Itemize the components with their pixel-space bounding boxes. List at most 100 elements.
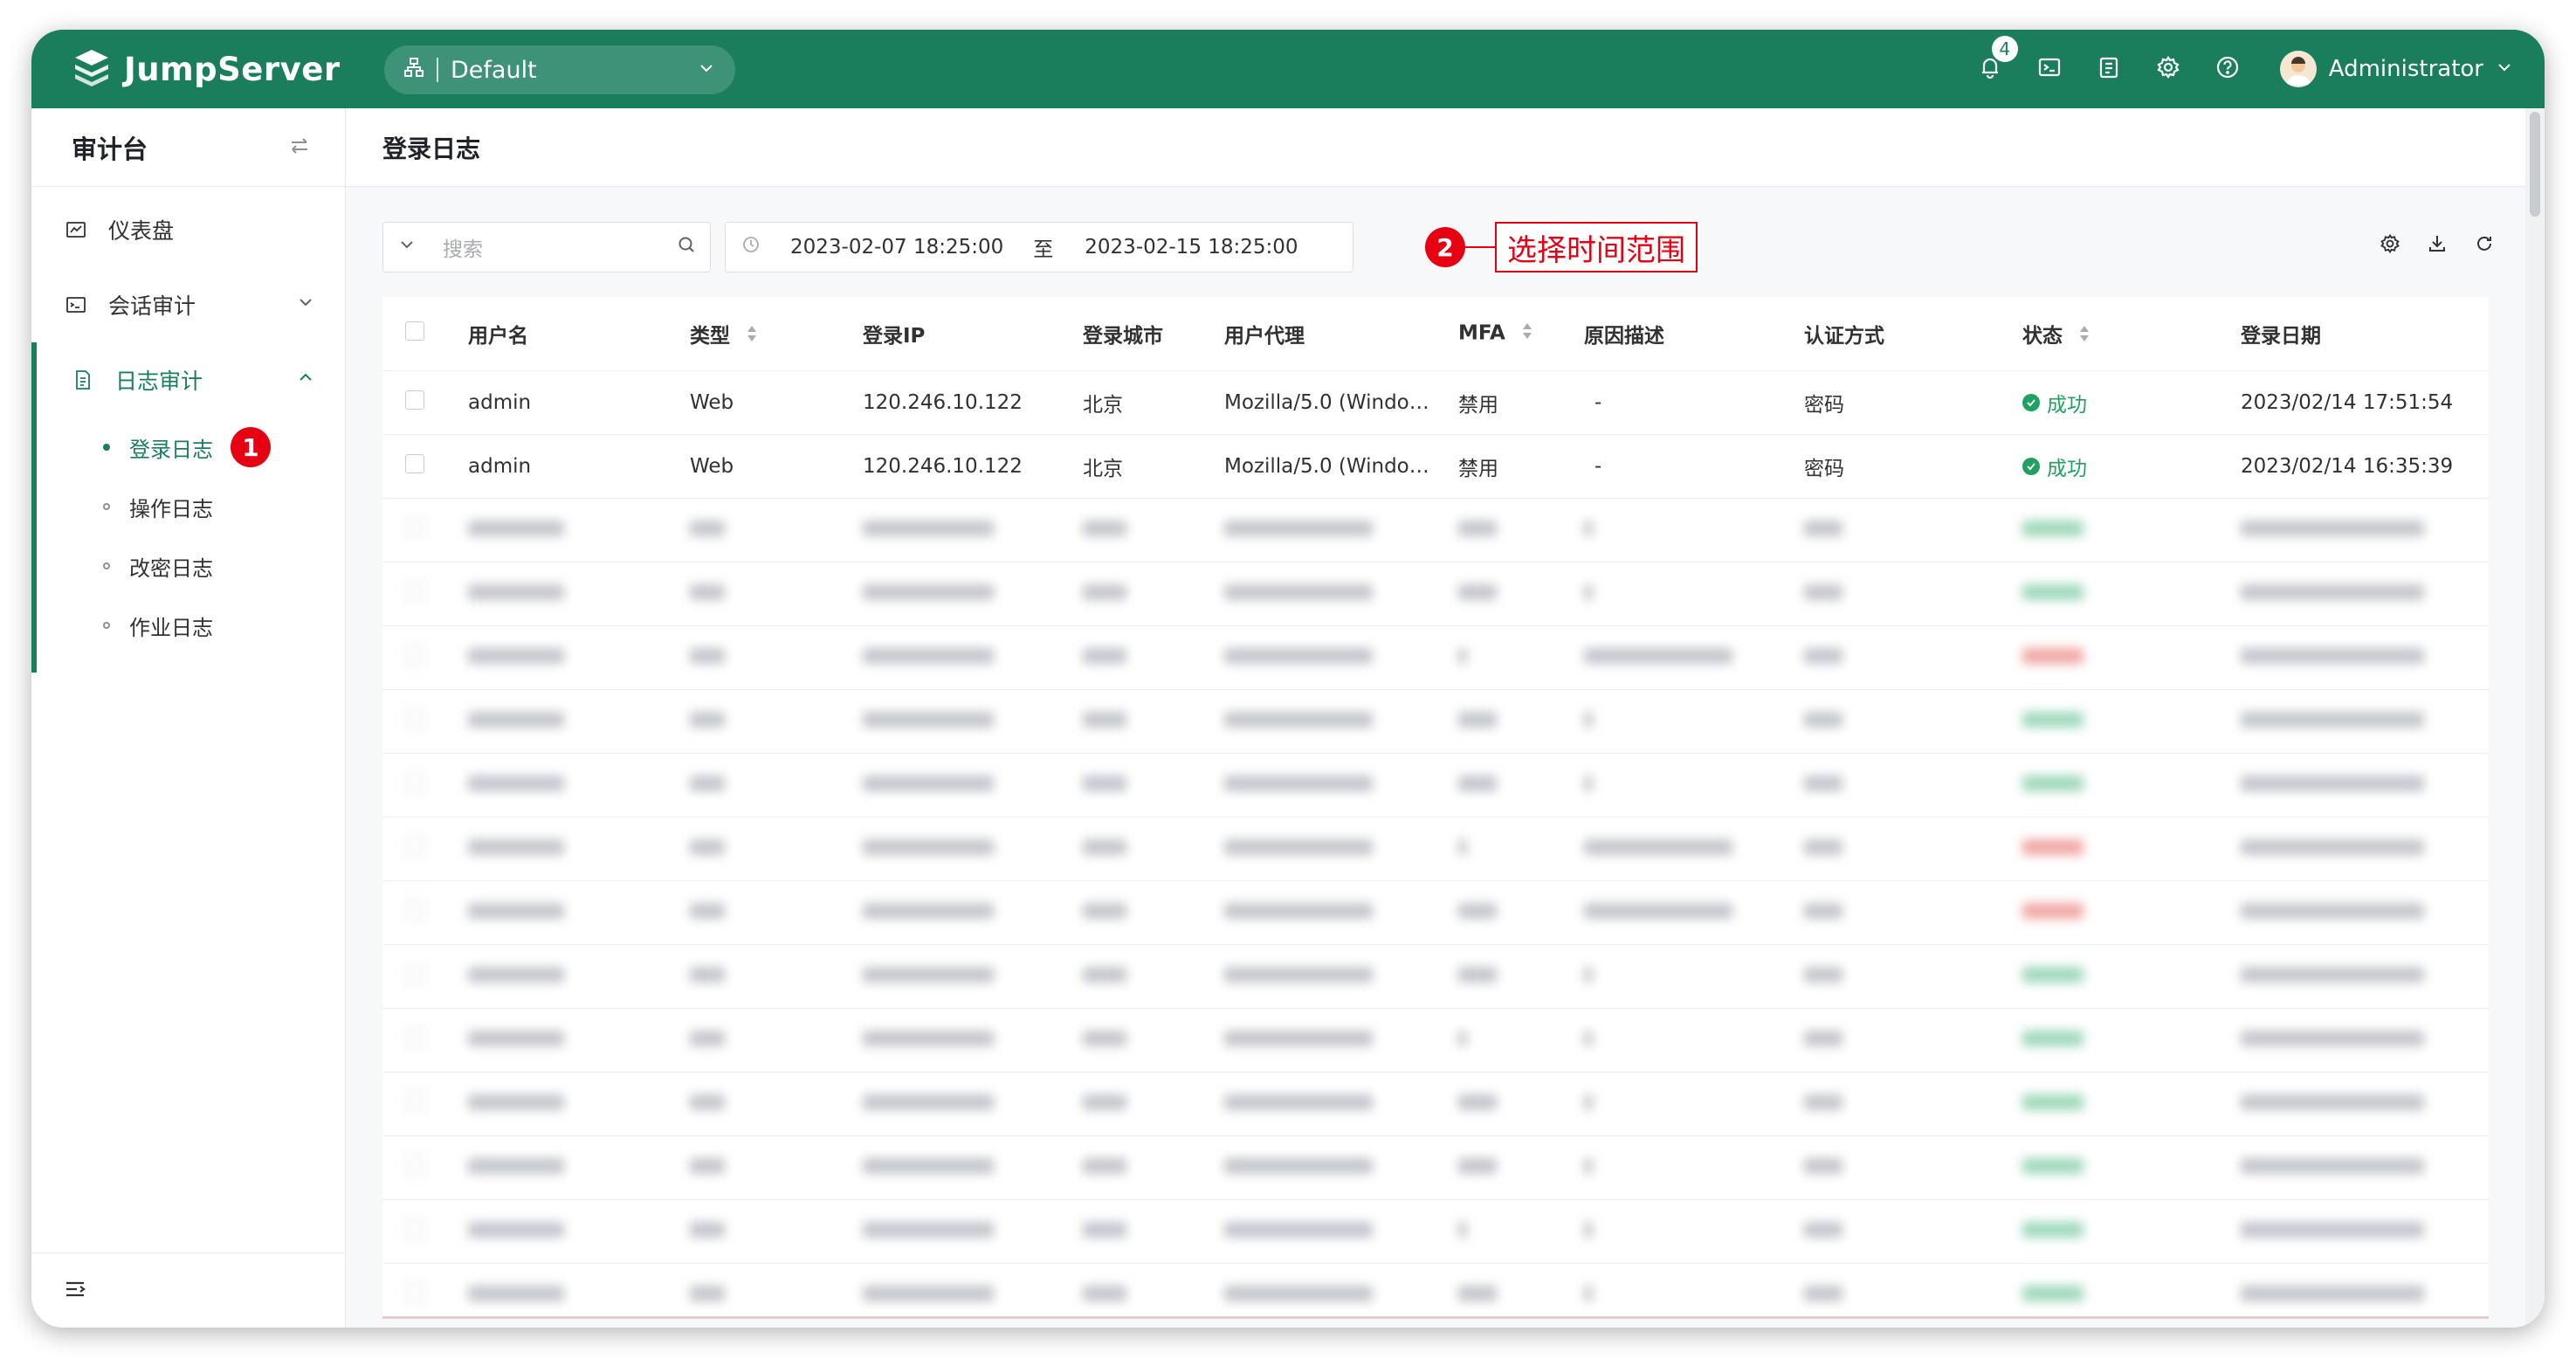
sort-icon[interactable] — [2078, 324, 2090, 348]
row-checkbox[interactable] — [405, 453, 424, 473]
scrollbar-thumb[interactable] — [2530, 112, 2540, 217]
bullet — [103, 503, 110, 510]
jumpserver-logo-icon — [72, 47, 112, 91]
sidebar-title: 审计台 — [72, 134, 148, 164]
column-header-status[interactable]: 状态 — [2022, 297, 2241, 371]
blurred-row — [382, 1072, 2489, 1136]
annotation-label: 选择时间范围 — [1495, 222, 1698, 272]
app-window: JumpServer Default 4 Administrator 审计台 仪… — [31, 30, 2545, 1328]
bullet — [103, 444, 110, 451]
gear-icon — [2380, 233, 2400, 258]
blurred-cell — [1224, 498, 1458, 562]
sidebar-item-log-audit[interactable]: 日志审计 — [37, 342, 345, 417]
export-button[interactable] — [2421, 229, 2454, 262]
blurred-cell — [1224, 562, 1458, 626]
blurred-cell — [1458, 817, 1584, 881]
blurred-cell — [1083, 1199, 1224, 1264]
blurred-cell — [863, 817, 1083, 881]
select-all-checkbox[interactable] — [382, 297, 468, 371]
help-button[interactable] — [2198, 30, 2257, 108]
date-start[interactable]: 2023-02-07 18:25:00 — [790, 236, 1003, 259]
blurred-cell — [1804, 880, 2022, 945]
sidebar-item-session-audit[interactable]: 会话审计 — [31, 267, 345, 342]
blurred-cell — [2241, 1072, 2489, 1136]
blurred-cell — [863, 562, 1083, 626]
sort-icon[interactable] — [746, 324, 758, 348]
blurred-cell — [690, 817, 863, 881]
column-settings-button[interactable] — [2373, 229, 2407, 262]
cell-login-ip: 120.246.10.122 — [863, 434, 1083, 499]
blurred-cell — [863, 1135, 1083, 1200]
switch-view-icon[interactable] — [287, 134, 312, 162]
blurred-cell — [2241, 753, 2489, 817]
checkbox[interactable] — [405, 321, 424, 341]
tickets-button[interactable] — [2079, 30, 2139, 108]
chevron-down-icon — [697, 57, 716, 84]
table-actions — [2373, 229, 2501, 262]
notification-button[interactable]: 4 — [1960, 30, 2020, 108]
date-range-picker[interactable]: 2023-02-07 18:25:00 至 2023-02-15 18:25:0… — [725, 222, 1353, 272]
blurred-cell — [1224, 817, 1458, 881]
sidebar-item-dashboard[interactable]: 仪表盘 — [31, 192, 345, 267]
blurred-cell — [2241, 498, 2489, 562]
cell-reason: - — [1584, 434, 1804, 499]
logo[interactable]: JumpServer — [72, 45, 341, 93]
user-menu[interactable]: Administrator — [2279, 51, 2513, 87]
sidebar-item-label: 会话审计 — [108, 293, 196, 319]
refresh-button[interactable] — [2468, 229, 2501, 262]
blurred-cell — [690, 498, 863, 562]
column-header-mfa[interactable]: MFA — [1458, 297, 1584, 371]
blurred-cell — [468, 625, 690, 690]
blurred-cell — [1083, 689, 1224, 754]
sidebar-item-label: 登录日志 — [129, 437, 213, 462]
blurred-cell — [1083, 562, 1224, 626]
cell-login-ip: 120.246.10.122 — [863, 370, 1083, 435]
blurred-cell — [690, 1199, 863, 1264]
sidebar-subitem-password-change-log[interactable]: 改密日志 — [37, 536, 345, 596]
blurred-cell — [2022, 880, 2241, 945]
blurred-cell — [690, 1008, 863, 1073]
blurred-cell — [1458, 562, 1584, 626]
cell-mfa: 禁用 — [1458, 434, 1584, 499]
bullet — [103, 562, 110, 569]
blurred-cell — [2241, 689, 2489, 754]
sidebar-subitem-job-log[interactable]: 作业日志 — [37, 596, 345, 655]
collapse-menu-icon[interactable] — [63, 1277, 87, 1305]
clock-icon — [741, 235, 761, 259]
blurred-cell — [690, 625, 863, 690]
table-row[interactable]: admin Web 120.246.10.122 北京 Mozilla/5.0 … — [382, 434, 2489, 499]
blurred-cell — [2022, 817, 2241, 881]
organization-select[interactable]: Default — [384, 45, 735, 94]
cell-type: Web — [690, 434, 863, 499]
search-placeholder: 搜索 — [443, 238, 483, 261]
blurred-cell — [2241, 880, 2489, 945]
column-header-type[interactable]: 类型 — [690, 297, 863, 371]
search-input[interactable]: 搜索 — [382, 222, 711, 272]
sidebar-subitem-operation-log[interactable]: 操作日志 — [37, 477, 345, 536]
download-icon — [2427, 233, 2448, 258]
blurred-cell — [468, 817, 690, 881]
blurred-cell — [1584, 1008, 1804, 1073]
date-end[interactable]: 2023-02-15 18:25:00 — [1085, 236, 1298, 259]
blurred-cell — [1083, 817, 1224, 881]
blurred-cell — [1584, 498, 1804, 562]
blurred-cell — [1224, 625, 1458, 690]
settings-button[interactable] — [2139, 30, 2198, 108]
vertical-scrollbar[interactable] — [2525, 108, 2545, 1328]
blurred-row — [382, 1263, 2489, 1316]
blurred-cell — [2022, 1135, 2241, 1200]
chevron-down-icon[interactable] — [397, 235, 417, 259]
blurred-cell — [382, 1263, 468, 1316]
blurred-cell — [382, 1072, 468, 1136]
sort-icon[interactable] — [1521, 321, 1533, 346]
blurred-cell — [382, 625, 468, 690]
blurred-cell — [1458, 498, 1584, 562]
blurred-cell — [382, 880, 468, 945]
sidebar-subitem-login-log[interactable]: 登录日志 1 — [37, 417, 345, 477]
row-checkbox[interactable] — [405, 390, 424, 410]
cell-user-agent: Mozilla/5.0 (Windows NT 10.0; Win64; x64… — [1224, 370, 1458, 435]
web-terminal-button[interactable] — [2020, 30, 2079, 108]
table-row[interactable]: admin Web 120.246.10.122 北京 Mozilla/5.0 … — [382, 370, 2489, 435]
blurred-cell — [382, 753, 468, 817]
blurred-row — [382, 944, 2489, 1009]
